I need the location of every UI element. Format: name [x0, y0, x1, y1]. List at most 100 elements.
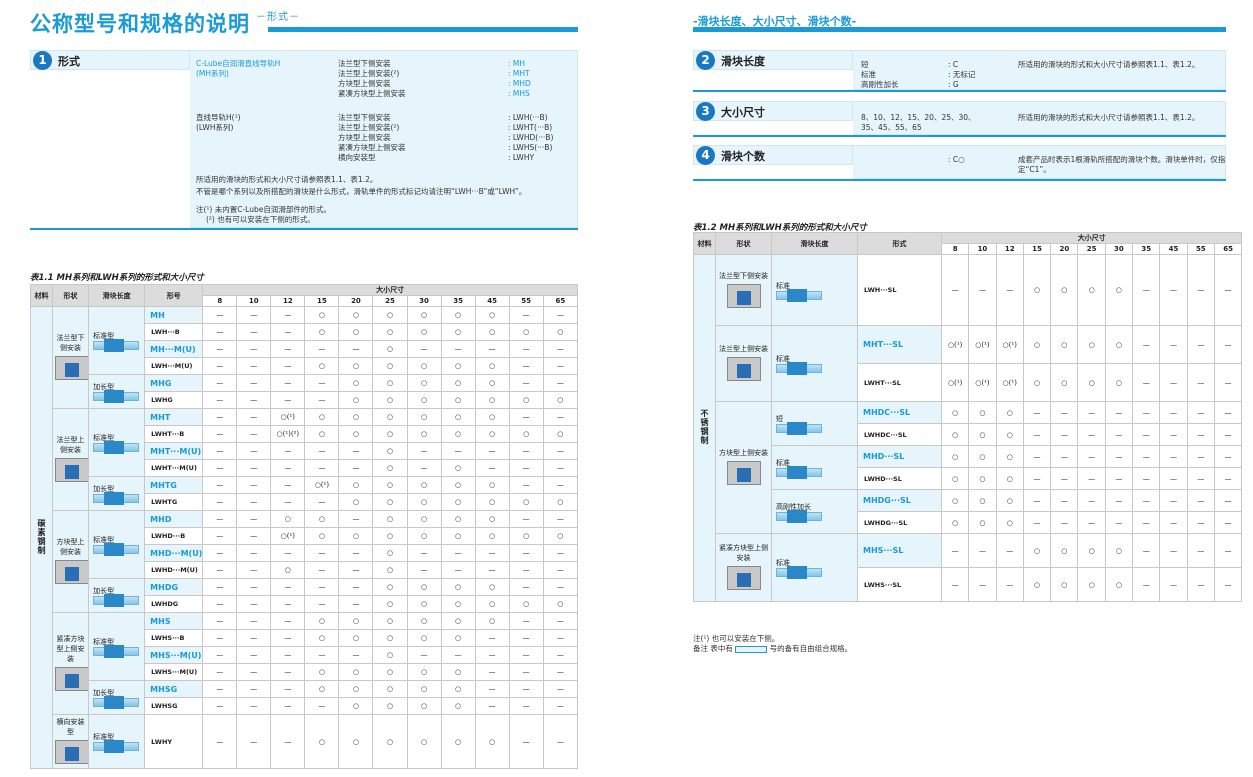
slider-block-icon: [726, 357, 761, 381]
size-availability-cell: —: [542, 357, 579, 375]
size-availability-cell: ○: [372, 629, 408, 647]
right-title-bar: [693, 27, 1226, 32]
size-availability-cell: —: [236, 663, 272, 681]
size-availability-cell: —: [542, 340, 579, 358]
model-cell: LWH···M(U): [144, 357, 204, 375]
length-cell: 标准: [771, 254, 858, 326]
size-availability-cell: ○: [372, 578, 408, 596]
rail-icon: [93, 594, 140, 607]
length-cell: 加长型: [88, 476, 146, 511]
header-model: 形号: [144, 284, 204, 307]
size-availability-cell: ○: [940, 467, 970, 490]
size-availability-cell: —: [542, 714, 579, 769]
size-availability-cell: —: [1104, 467, 1134, 490]
model-cell: LWHDG: [144, 595, 204, 613]
size-availability-cell: —: [202, 442, 238, 460]
size-availability-cell: ○: [474, 425, 510, 443]
header-model: 形式: [857, 232, 942, 255]
size-availability-cell: ○: [440, 323, 476, 341]
size-availability-cell: ○: [304, 663, 340, 681]
size-availability-cell: —: [236, 510, 272, 528]
model-cell: MHDG···SL: [857, 489, 942, 512]
model-cell: MHD···M(U): [144, 544, 204, 562]
rail-icon: [93, 441, 140, 454]
header-shape: 形状: [715, 232, 772, 255]
size-availability-cell: —: [1050, 467, 1079, 490]
size-availability-cell: —: [1159, 325, 1188, 364]
size-availability-cell: ○: [474, 323, 510, 341]
size-availability-cell: —: [1132, 445, 1161, 468]
size-header: 55: [508, 295, 544, 307]
size-availability-cell: ○: [338, 680, 374, 698]
model-cell: MHS···M(U): [144, 646, 204, 664]
table-row: 标准 MHD···SL ○ ○ ○ — — — — — — — —: [694, 445, 1243, 490]
size-availability-cell: —: [304, 442, 340, 460]
size-availability-cell: ○: [1104, 533, 1134, 568]
size-availability-cell: —: [236, 646, 272, 664]
size-header: 30: [406, 295, 442, 307]
size-availability-cell: —: [1159, 423, 1188, 446]
size-availability-cell: ○: [1104, 325, 1134, 364]
slider-block-icon: [55, 560, 88, 584]
size-availability-cell: —: [1213, 423, 1243, 446]
size-availability-cell: —: [1132, 489, 1161, 512]
size-availability-cell: —: [304, 493, 340, 511]
size-availability-cell: —: [304, 374, 340, 392]
size-availability-cell: —: [1132, 467, 1161, 490]
size-availability-cell: —: [1186, 445, 1215, 468]
size-availability-cell: —: [202, 697, 238, 715]
size-availability-cell: ○: [440, 612, 476, 630]
size-availability-cell: —: [270, 306, 306, 324]
length-cell: 加长型: [88, 680, 146, 715]
size-availability-cell: —: [304, 340, 340, 358]
size-header: 12: [995, 243, 1024, 255]
size-availability-cell: ○: [372, 425, 408, 443]
size-availability-cell: ○: [406, 680, 442, 698]
size-availability-cell: —: [1186, 254, 1215, 326]
shape-cell: 法兰型上侧安装: [715, 325, 772, 402]
size-availability-cell: —: [508, 578, 544, 596]
size-availability-cell: ○: [406, 408, 442, 426]
size-availability-cell: —: [1022, 489, 1052, 512]
size-availability-cell: ○: [304, 425, 340, 443]
model-cell: MHT···SL: [857, 325, 942, 364]
size-availability-cell: —: [508, 561, 544, 579]
size-availability-cell: —: [202, 357, 238, 375]
size-availability-cell: ○(¹): [968, 363, 997, 402]
size-availability-cell: —: [270, 629, 306, 647]
page-title: 公称型号和规格的说明 －形式－: [30, 12, 300, 36]
size-availability-cell: —: [270, 612, 306, 630]
size-availability-cell: —: [270, 697, 306, 715]
size-availability-cell: —: [1186, 423, 1215, 446]
rail-icon: [93, 339, 140, 352]
size-availability-cell: ○: [995, 445, 1024, 468]
length-cell: 短: [771, 401, 858, 446]
size-availability-cell: —: [236, 561, 272, 579]
size-availability-cell: ○: [968, 401, 997, 424]
size-availability-cell: ○: [440, 527, 476, 545]
size-availability-cell: —: [508, 663, 544, 681]
size-availability-cell: ○: [372, 680, 408, 698]
size-availability-cell: ○(¹): [968, 325, 997, 364]
size-availability-cell: —: [1159, 445, 1188, 468]
size-availability-cell: —: [1077, 423, 1106, 446]
size-availability-cell: —: [940, 254, 970, 326]
size-availability-cell: ○: [995, 489, 1024, 512]
shape-cell: 法兰型下侧安装: [52, 306, 90, 409]
size-availability-cell: —: [1132, 363, 1161, 402]
size-availability-cell: —: [508, 357, 544, 375]
model-cell: LWHD···SL: [857, 467, 942, 490]
size-header: 10: [236, 295, 272, 307]
size-availability-cell: —: [1186, 363, 1215, 402]
size-header: 20: [338, 295, 374, 307]
section-number: 1: [33, 51, 52, 70]
size-availability-cell: —: [1159, 489, 1188, 512]
size-availability-cell: —: [236, 323, 272, 341]
rail-icon: [93, 645, 140, 658]
size-availability-cell: —: [508, 442, 544, 460]
size-availability-cell: —: [236, 306, 272, 324]
size-availability-cell: —: [508, 612, 544, 630]
size-availability-cell: —: [1050, 445, 1079, 468]
size-availability-cell: ○: [968, 445, 997, 468]
size-availability-cell: —: [1159, 467, 1188, 490]
